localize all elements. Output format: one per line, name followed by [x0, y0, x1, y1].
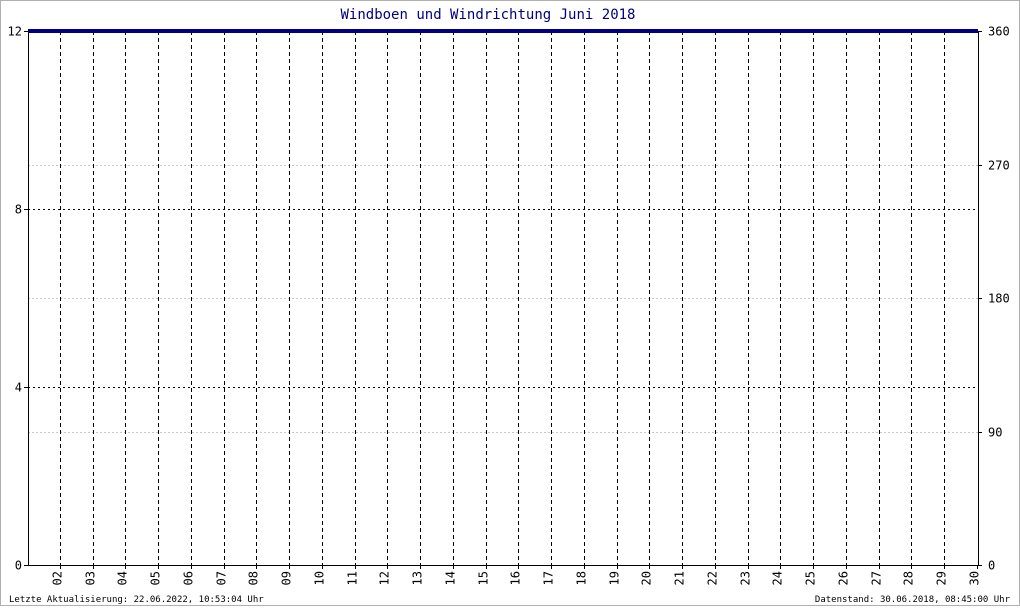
- x-tick-label-25: 25: [804, 571, 818, 585]
- right-tick-label-270: 270: [988, 159, 1010, 173]
- footer-last-update: Letzte Aktualisierung: 22.06.2022, 10:53…: [9, 595, 264, 605]
- x-tick-label-29: 29: [935, 571, 949, 585]
- x-tick-label-20: 20: [640, 571, 654, 585]
- x-tick-label-07: 07: [215, 571, 229, 585]
- right-tick-label-360: 360: [988, 25, 1010, 39]
- footer-data-status: Datenstand: 30.06.2018, 08:45:00 Uhr: [815, 595, 1011, 605]
- x-tick-label-18: 18: [575, 571, 589, 585]
- chart-root: Windboen und Windrichtung Juni 2018 0481…: [0, 0, 1020, 606]
- right-tick-label-180: 180: [988, 292, 1010, 306]
- left-tick-label-12: 12: [8, 25, 22, 39]
- x-tick-label-08: 08: [247, 571, 261, 585]
- right-tick-label-90: 90: [988, 426, 1002, 440]
- x-tick-label-04: 04: [116, 571, 130, 585]
- left-tick-label-4: 4: [15, 381, 22, 395]
- right-tick-label-0: 0: [988, 559, 995, 573]
- left-tick-label-8: 8: [15, 203, 22, 217]
- x-tick-label-28: 28: [902, 571, 916, 585]
- x-tick-label-11: 11: [346, 571, 360, 585]
- wind-chart: Windboen und Windrichtung Juni 2018 0481…: [0, 0, 1020, 606]
- x-tick-label-03: 03: [84, 571, 98, 585]
- x-tick-label-17: 17: [542, 571, 556, 585]
- x-tick-label-02: 02: [51, 571, 65, 585]
- left-tick-label-0: 0: [15, 559, 22, 573]
- x-tick-label-26: 26: [837, 571, 851, 585]
- chart-border: [0, 0, 1020, 606]
- x-tick-label-19: 19: [608, 571, 622, 585]
- x-tick-label-24: 24: [771, 571, 785, 585]
- x-tick-label-27: 27: [870, 571, 884, 585]
- x-tick-label-30: 30: [968, 571, 982, 585]
- x-tick-label-12: 12: [378, 571, 392, 585]
- x-tick-label-14: 14: [444, 571, 458, 585]
- x-tick-label-22: 22: [706, 571, 720, 585]
- x-tick-label-09: 09: [280, 571, 294, 585]
- x-tick-label-06: 06: [182, 571, 196, 585]
- x-tick-label-16: 16: [509, 571, 523, 585]
- x-tick-label-23: 23: [739, 571, 753, 585]
- x-tick-label-05: 05: [149, 571, 163, 585]
- chart-title: Windboen und Windrichtung Juni 2018: [340, 7, 635, 23]
- x-tick-label-10: 10: [313, 571, 327, 585]
- x-tick-label-15: 15: [477, 571, 491, 585]
- x-tick-label-13: 13: [411, 571, 425, 585]
- x-tick-label-21: 21: [673, 571, 687, 585]
